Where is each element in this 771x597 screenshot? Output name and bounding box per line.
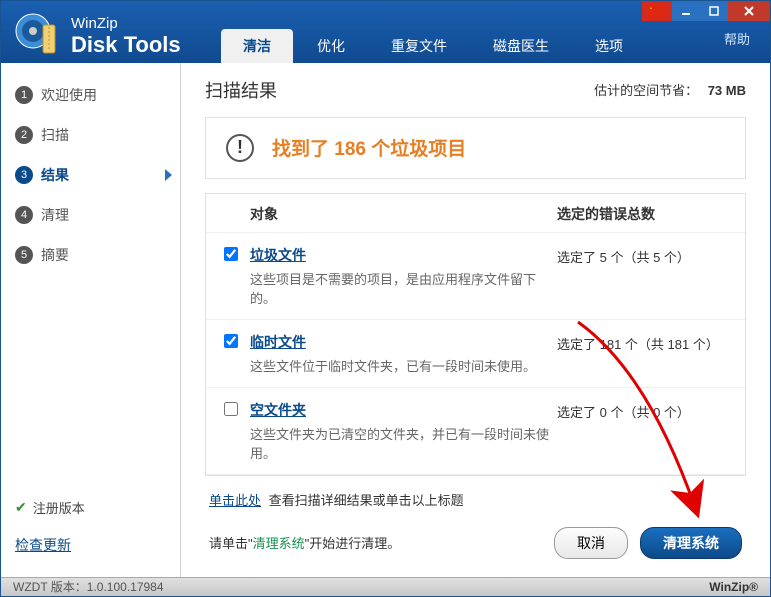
main-tabs: 清洁 优化 重复文件 磁盘医生 选项	[221, 29, 645, 63]
row-count: 选定了 0 个（共 0 个）	[557, 400, 727, 462]
app-logo-icon	[13, 11, 63, 61]
sidebar-footer: ✔ 注册版本 检查更新	[1, 488, 180, 565]
step-number: 3	[15, 166, 33, 184]
step-number: 5	[15, 246, 33, 264]
results-table: 对象 选定的错误总数 垃圾文件 这些项目是不需要的项目，是由应用程序文件留下的。…	[205, 193, 746, 476]
alert-icon: !	[226, 134, 254, 162]
maximize-button[interactable]	[700, 1, 728, 21]
table-row: 临时文件 这些文件位于临时文件夹，已有一段时间未使用。 选定了 181 个（共 …	[206, 320, 745, 388]
row-description: 这些文件位于临时文件夹，已有一段时间未使用。	[250, 356, 557, 375]
tab-optimize[interactable]: 优化	[295, 29, 367, 63]
col-object: 对象	[224, 204, 557, 224]
row-description: 这些文件夹为已清空的文件夹，并已有一段时间未使用。	[250, 424, 557, 462]
close-button[interactable]	[728, 1, 770, 21]
alert-box: ! 找到了 186 个垃圾项目	[205, 117, 746, 179]
page-title: 扫描结果	[205, 77, 277, 103]
step-number: 4	[15, 206, 33, 224]
main-header: 扫描结果 估计的空间节省： 73 MB	[205, 77, 746, 103]
row-title-link[interactable]: 空文件夹	[250, 400, 557, 420]
step-number: 2	[15, 126, 33, 144]
step-label: 结果	[41, 165, 69, 185]
app-window: WinZip Disk Tools 帮助 清洁 优化 重复文件 磁盘医生 选	[0, 0, 771, 597]
row-checkbox[interactable]	[224, 334, 238, 348]
row-title-link[interactable]: 临时文件	[250, 332, 557, 352]
main-content: 扫描结果 估计的空间节省： 73 MB ! 找到了 186 个垃圾项目 对象 选…	[181, 63, 770, 577]
row-checkbox[interactable]	[224, 402, 238, 416]
step-results[interactable]: 3 结果	[1, 155, 180, 195]
step-list: 1 欢迎使用 2 扫描 3 结果 4 清理 5 摘要	[1, 75, 180, 488]
logo-area: WinZip Disk Tools	[1, 1, 193, 61]
brand-sub: Disk Tools	[71, 32, 181, 58]
help-link[interactable]: 帮助	[724, 29, 750, 48]
check-update-link[interactable]: 检查更新	[15, 535, 166, 555]
version-value: 1.0.100.17984	[87, 580, 164, 594]
tab-clean[interactable]: 清洁	[221, 29, 293, 63]
details-link[interactable]: 单击此处	[209, 493, 261, 508]
row-count: 选定了 5 个（共 5 个）	[557, 245, 727, 307]
table-row: 垃圾文件 这些项目是不需要的项目，是由应用程序文件留下的。 选定了 5 个（共 …	[206, 233, 745, 320]
cancel-button[interactable]: 取消	[554, 527, 628, 559]
action-hint: 请单击"清理系统"开始进行清理。	[209, 533, 400, 552]
step-clean[interactable]: 4 清理	[1, 195, 180, 235]
registered-label: 注册版本	[33, 498, 85, 517]
body: 1 欢迎使用 2 扫描 3 结果 4 清理 5 摘要	[1, 63, 770, 577]
step-number: 1	[15, 86, 33, 104]
statusbar: WZDT 版本： 1.0.100.17984 WinZip®	[1, 577, 770, 596]
action-row: 请单击"清理系统"开始进行清理。 取消 清理系统	[205, 509, 746, 567]
space-saved: 估计的空间节省： 73 MB	[594, 80, 746, 99]
col-errors: 选定的错误总数	[557, 204, 727, 224]
step-scan[interactable]: 2 扫描	[1, 115, 180, 155]
row-description: 这些项目是不需要的项目，是由应用程序文件留下的。	[250, 269, 557, 307]
version-label: WZDT 版本：	[13, 578, 87, 595]
language-flag-icon[interactable]	[642, 1, 672, 21]
row-checkbox[interactable]	[224, 247, 238, 261]
step-label: 摘要	[41, 245, 69, 265]
clean-system-button[interactable]: 清理系统	[640, 527, 742, 559]
window-controls	[642, 1, 770, 21]
space-saved-label: 估计的空间节省：	[594, 83, 698, 98]
table-row: 空文件夹 这些文件夹为已清空的文件夹，并已有一段时间未使用。 选定了 0 个（共…	[206, 388, 745, 475]
table-header: 对象 选定的错误总数	[206, 194, 745, 233]
step-label: 清理	[41, 205, 69, 225]
tab-duplicates[interactable]: 重复文件	[369, 29, 469, 63]
row-title-link[interactable]: 垃圾文件	[250, 245, 557, 265]
space-saved-value: 73 MB	[708, 83, 746, 98]
titlebar: WinZip Disk Tools 帮助 清洁 优化 重复文件 磁盘医生 选	[1, 1, 770, 63]
registered-version: ✔ 注册版本	[15, 498, 166, 517]
row-count: 选定了 181 个（共 181 个）	[557, 332, 727, 375]
step-label: 欢迎使用	[41, 85, 97, 105]
tab-disk-doctor[interactable]: 磁盘医生	[471, 29, 571, 63]
step-summary[interactable]: 5 摘要	[1, 235, 180, 275]
details-row: 单击此处 查看扫描详细结果或单击以上标题	[205, 476, 746, 509]
sidebar: 1 欢迎使用 2 扫描 3 结果 4 清理 5 摘要	[1, 63, 181, 577]
alert-text: 找到了 186 个垃圾项目	[272, 134, 466, 161]
step-label: 扫描	[41, 125, 69, 145]
brand-footer: WinZip®	[709, 580, 758, 594]
details-text: 查看扫描详细结果或单击以上标题	[269, 493, 464, 508]
minimize-button[interactable]	[672, 1, 700, 21]
step-welcome[interactable]: 1 欢迎使用	[1, 75, 180, 115]
tab-options[interactable]: 选项	[573, 29, 645, 63]
action-buttons: 取消 清理系统	[554, 527, 742, 559]
brand-name: WinZip	[71, 15, 181, 32]
check-icon: ✔	[15, 499, 27, 516]
